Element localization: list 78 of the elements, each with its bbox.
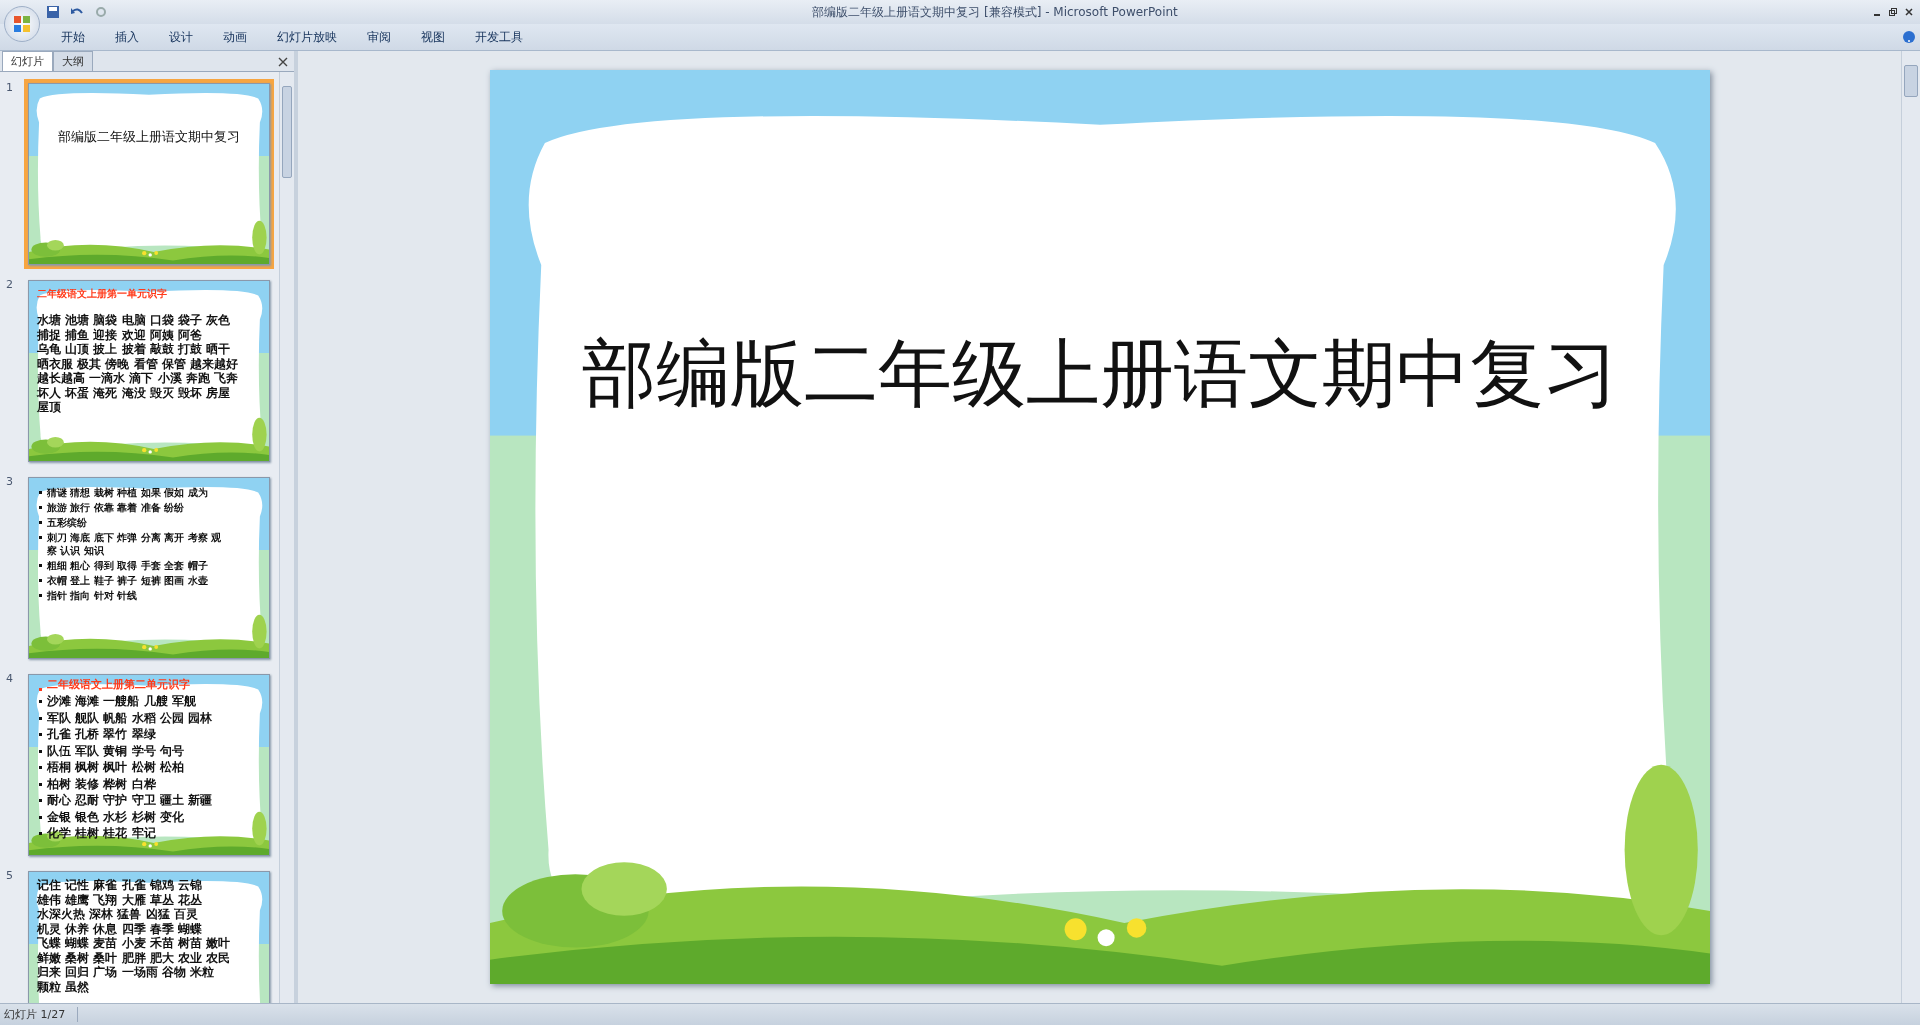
bullet-icon [39,716,42,720]
slide-text-line: 金银 银色 水杉 杉树 变化 [47,808,184,825]
slide-text-line: 晒衣服 极其 傍晚 看管 保管 越来越好 [37,356,238,371]
slide-text-line: 越长越高 一滴水 滴下 小溪 奔跑 飞奔 [37,371,238,386]
bullet-icon [39,832,42,835]
bullet-icon [39,782,42,786]
bullet-icon [39,700,42,703]
slide-text-line: 归来 回归 广场 一场雨 谷物 米粒 [37,965,214,980]
slide-text-line: 雄伟 雄鹰 飞翔 大雁 草丛 花丛 [37,892,202,907]
slide-text-line: 孔雀 孔桥 翠竹 翠绿 [47,726,156,743]
save-icon[interactable] [46,5,60,19]
bullet-icon [39,536,42,539]
close-icon[interactable] [1904,7,1914,17]
slide-number: 5 [5,868,14,882]
slide-number: 4 [5,671,14,685]
office-logo-icon [12,14,32,34]
slide-thumbnail[interactable]: 部编版二年级上册语文期中复习 [24,79,274,269]
bullet-icon [39,766,42,769]
panel-tab[interactable]: 幻灯片 [2,51,53,71]
bullet-icon [39,506,42,509]
slide-text-line: 队伍 军队 黄铜 学号 句号 [47,742,184,759]
slide-number: 3 [5,474,14,488]
ribbon-tab[interactable]: 开始 [46,28,100,46]
slide-number: 1 [5,80,14,94]
slide-title: 部编版二年级上册语文期中复习 [57,128,241,146]
bullet-icon [39,815,42,819]
slide-text-line: 水塘 池塘 脑袋 电脑 口袋 袋子 灰色 [37,313,231,328]
slide-text-line: 鲜嫩 桑树 桑叶 肥胖 肥大 农业 农民 [37,950,231,965]
slide-text-line: 柏树 装修 桦树 白桦 [47,775,156,792]
ribbon-tab[interactable]: 插入 [100,28,154,46]
panel-tab[interactable]: 大纲 [53,51,93,71]
slide-text-line: 沙滩 海滩 一艘船 几艘 军舰 [47,693,196,710]
bullet-icon [39,688,42,691]
help-icon[interactable] [1902,30,1916,44]
office-button[interactable] [4,6,40,42]
ribbon-tab[interactable]: 视图 [406,28,460,46]
slide-heading: 二年级语文上册第二单元识字 [47,677,190,693]
slide-text-line: 乌龟 山顶 披上 披着 敲鼓 打鼓 晒干 [37,342,231,357]
ribbon-tab[interactable]: 审阅 [352,28,406,46]
ribbon-tab[interactable]: 幻灯片放映 [262,28,352,46]
slide-text-line: 水深火热 深林 猛兽 凶猛 百灵 [37,907,198,922]
slide-text-line: 军队 舰队 帆船 水稻 公园 园林 [47,709,212,726]
window-title: 部编版二年级上册语文期中复习 [兼容模式] - Microsoft PowerPoint [811,3,1179,21]
scrollbar[interactable] [1901,51,1920,1003]
bullet-icon [39,799,42,802]
slide-text-line: 旅游 旅行 依靠 靠着 准备 纷纷 [47,501,186,514]
restore-icon[interactable] [1888,7,1898,17]
bullet-icon [39,594,42,597]
scrollbar[interactable] [279,72,294,1003]
slide-text-line: 衣帽 登上 鞋子 裤子 短裤 图画 水壶 [47,574,209,587]
slide-text-line: 颗粒 虽然 [37,979,90,994]
slide-text-line: 耐心 忍耐 守护 守卫 疆土 新疆 [47,792,212,809]
slide-text-line: 飞蝶 蝴蝶 麦苗 小麦 禾苗 树苗 嫩叶 [37,936,231,951]
bullet-icon [39,491,42,494]
bullet-icon [39,564,42,567]
slide-text-line: 指针 指向 针对 针线 [47,589,139,602]
slide-heading: 二年级语文上册第一单元识字 [37,287,167,301]
slide-text-line: 记住 记性 麻雀 孔雀 锦鸡 云锦 [37,878,202,893]
bullet-icon [39,749,42,753]
ribbon-tab[interactable]: 设计 [154,28,208,46]
slide-text-line: 五彩缤纷 [47,516,88,529]
slide-text-line: 刺刀 海底 底下 炸弹 分离 离开 考察 观察 认识 知识 [47,531,223,557]
slide-text-line: 坏人 坏蛋 淹死 淹没 毁灭 毁坏 房屋 [37,385,231,400]
close-icon[interactable] [278,57,288,67]
slide-text-line: 猜谜 猜想 栽树 种植 如果 假如 成为 [47,486,209,499]
slide-text-line: 粗细 粗心 得到 取得 手套 全套 帽子 [47,559,209,572]
slide-indicator: 幻灯片 1/27 [0,1007,79,1022]
slide-title: 部编版二年级上册语文期中复习 [580,329,1619,418]
slide-text-line: 屋顶 [37,400,61,415]
bullet-icon [39,733,42,736]
bullet-icon [39,579,42,582]
slide-text-line: 机灵 休养 休息 四季 春季 蝴蝶 [37,921,202,936]
slide-text-line: 梧桐 枫树 枫叶 松树 松柏 [47,759,184,776]
bullet-icon [39,521,42,524]
slide-number: 2 [5,277,14,291]
ribbon-tab[interactable]: 动画 [208,28,262,46]
ribbon-tab[interactable]: 开发工具 [460,28,538,46]
slide-text-line: 捕捉 捕鱼 迎接 欢迎 阿姨 阿爸 [37,327,202,342]
